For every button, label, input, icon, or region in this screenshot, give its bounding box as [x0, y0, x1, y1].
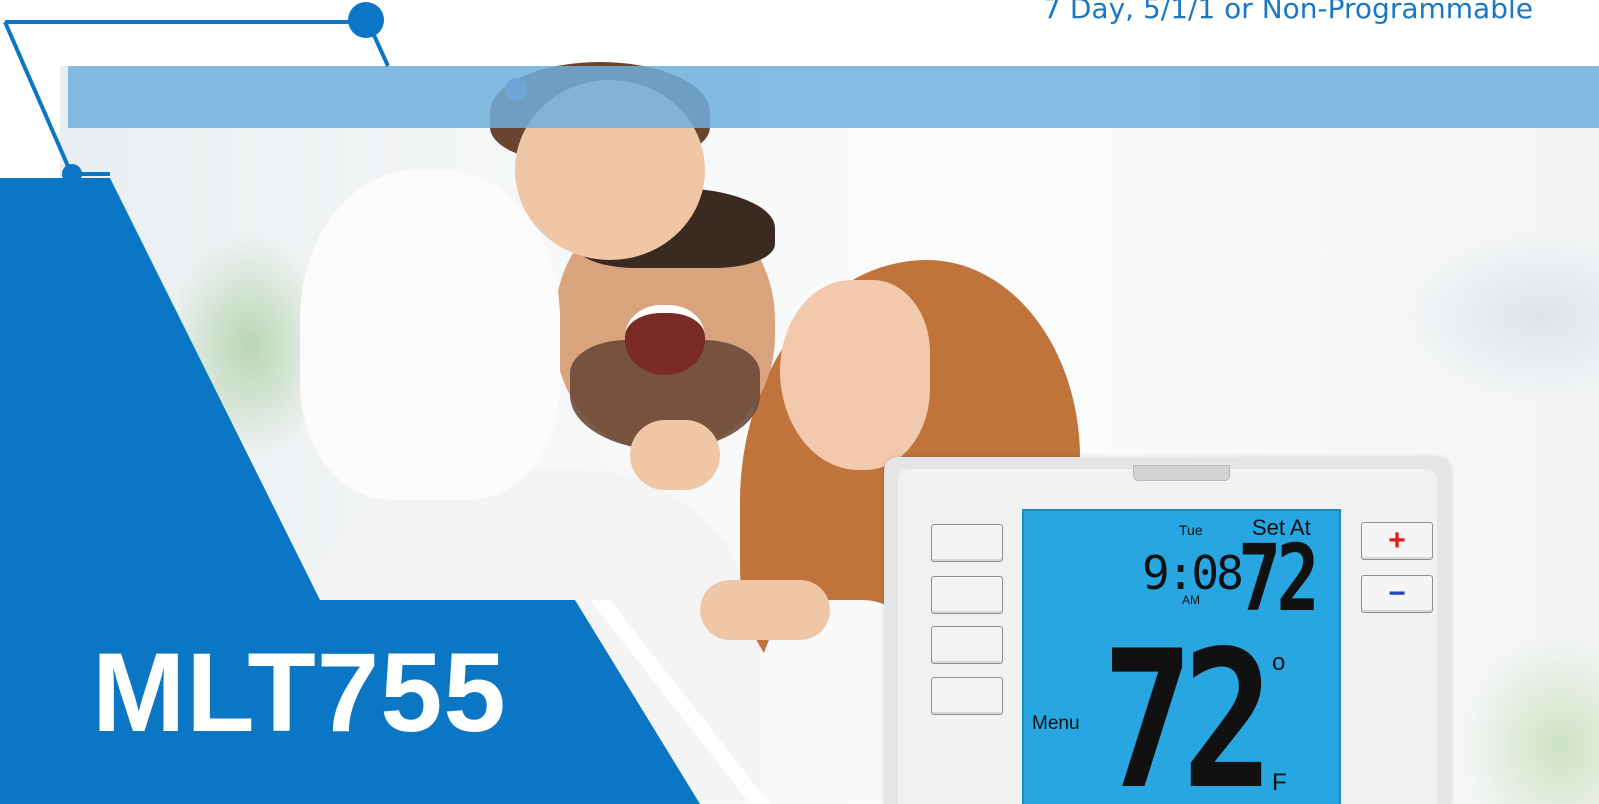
menu-button-4[interactable]	[931, 677, 1003, 715]
menu-button-1[interactable]	[931, 524, 1003, 562]
lcd-time: 9:08	[1142, 546, 1244, 600]
lcd-screen: Tue Set At 9:08 AM 72 Menu 72 o F	[1022, 509, 1341, 804]
lcd-day: Tue	[1179, 522, 1203, 538]
lcd-menu-label: Menu	[1032, 713, 1080, 734]
thermostat-top-tab	[1133, 465, 1230, 481]
degree-symbol: o	[1272, 649, 1286, 676]
lcd-temperature-unit: F	[1272, 769, 1287, 796]
circle-node-left	[62, 164, 82, 184]
thermostat-faceplate: + − Tue Set At 9:08 AM 72 Menu 72 o F	[898, 465, 1437, 804]
temperature-up-button[interactable]: +	[1361, 522, 1433, 560]
lcd-am-pm: AM	[1182, 593, 1200, 607]
model-title: MLT755	[92, 630, 507, 755]
menu-button-3[interactable]	[931, 626, 1003, 664]
hero-banner: 7 Day, 5/1/1 or Non-Programmable MLT755 …	[0, 0, 1599, 804]
menu-button-2[interactable]	[931, 576, 1003, 614]
thermostat-device: + − Tue Set At 9:08 AM 72 Menu 72 o F	[884, 457, 1451, 804]
circle-node-top	[348, 2, 384, 38]
temperature-down-button[interactable]: −	[1361, 575, 1433, 613]
outline-line-top	[5, 20, 390, 67]
lcd-current-temperature: 72	[1102, 610, 1274, 804]
